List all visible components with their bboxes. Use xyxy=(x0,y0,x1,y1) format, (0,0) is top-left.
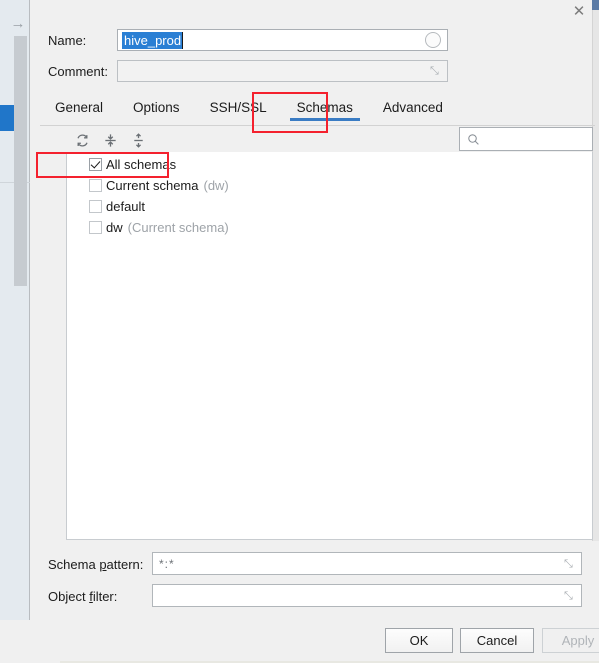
expand-editor-icon[interactable]: ⤡ xyxy=(564,590,576,602)
schema-tree-toolbar xyxy=(66,128,449,152)
schema-pattern-row: Schema pattern: xyxy=(48,553,143,575)
schema-pattern-label: Schema pattern: xyxy=(48,556,144,572)
tabbar-underline xyxy=(40,125,595,126)
ok-button[interactable]: OK xyxy=(385,628,453,653)
tree-row-default[interactable]: default xyxy=(67,196,592,217)
expand-all-icon[interactable] xyxy=(100,130,120,150)
tree-note: (dw) xyxy=(203,178,229,193)
cancel-button[interactable]: Cancel xyxy=(460,628,534,653)
left-scrollbar[interactable] xyxy=(14,36,27,286)
settings-tabbar: General Options SSH/SSL Schemas Advanced xyxy=(40,96,595,126)
connection-color-icon[interactable] xyxy=(425,32,441,48)
tab-schemas[interactable]: Schemas xyxy=(282,96,368,121)
tree-label: All schemas xyxy=(106,157,177,172)
checkbox-all-schemas[interactable] xyxy=(89,158,102,171)
tree-note: (Current schema) xyxy=(127,220,229,235)
schema-pattern-input[interactable]: *:* ⤡ xyxy=(152,552,582,575)
tree-label: default xyxy=(106,199,146,214)
tab-options-label: Options xyxy=(133,100,180,115)
expand-editor-icon[interactable]: ⤡ xyxy=(430,65,442,77)
refresh-icon[interactable] xyxy=(72,130,92,150)
object-filter-input[interactable]: ⤡ xyxy=(152,584,582,607)
checkbox-current-schema[interactable] xyxy=(89,179,102,192)
name-label: Name: xyxy=(48,32,87,48)
tab-options[interactable]: Options xyxy=(118,96,195,121)
collapse-all-icon[interactable] xyxy=(128,130,148,150)
search-input[interactable] xyxy=(484,131,588,147)
schema-pattern-value: *:* xyxy=(159,556,175,571)
connection-settings-dialog: ✕ Name: hive_prod Comment: ⤡ General Opt… xyxy=(30,0,599,663)
screen-root: → ✕ Name: hive_prod Comment: ⤡ General O… xyxy=(0,0,599,663)
name-input-value: hive_prod xyxy=(122,31,184,49)
object-filter-row: Object filter: xyxy=(48,585,117,607)
tab-advanced-label: Advanced xyxy=(382,100,443,115)
tab-schemas-label: Schemas xyxy=(296,100,353,115)
search-icon xyxy=(467,133,480,146)
comment-label: Comment: xyxy=(48,63,108,79)
schema-search-box[interactable] xyxy=(459,127,593,151)
expand-editor-icon[interactable]: ⤡ xyxy=(564,558,576,570)
close-icon[interactable]: ✕ xyxy=(562,0,596,22)
comment-row: Comment: xyxy=(48,60,108,82)
name-row: Name: xyxy=(48,29,86,51)
arrow-right-icon[interactable]: → xyxy=(8,16,28,32)
tree-row-dw[interactable]: dw (Current schema) xyxy=(67,217,592,238)
checkbox-default[interactable] xyxy=(89,200,102,213)
tab-ssh-ssl[interactable]: SSH/SSL xyxy=(195,96,282,121)
tree-row-all-schemas[interactable]: All schemas xyxy=(67,154,592,175)
checkbox-dw[interactable] xyxy=(89,221,102,234)
tree-label: dw xyxy=(106,220,123,235)
tree-label: Current schema xyxy=(106,178,199,193)
tree-row-current-schema[interactable]: Current schema (dw) xyxy=(67,175,592,196)
tab-general[interactable]: General xyxy=(40,96,118,121)
object-filter-label: Object filter: xyxy=(48,588,118,604)
tab-advanced[interactable]: Advanced xyxy=(368,96,458,121)
apply-button: Apply xyxy=(542,628,599,653)
schema-tree[interactable]: All schemas Current schema (dw) default … xyxy=(66,152,593,540)
comment-input[interactable]: ⤡ xyxy=(117,60,448,82)
tab-general-label: General xyxy=(55,100,104,115)
name-input[interactable]: hive_prod xyxy=(117,29,448,51)
dialog-footer: OK Cancel Apply xyxy=(60,620,599,663)
tab-ssh-ssl-label: SSH/SSL xyxy=(209,100,267,115)
